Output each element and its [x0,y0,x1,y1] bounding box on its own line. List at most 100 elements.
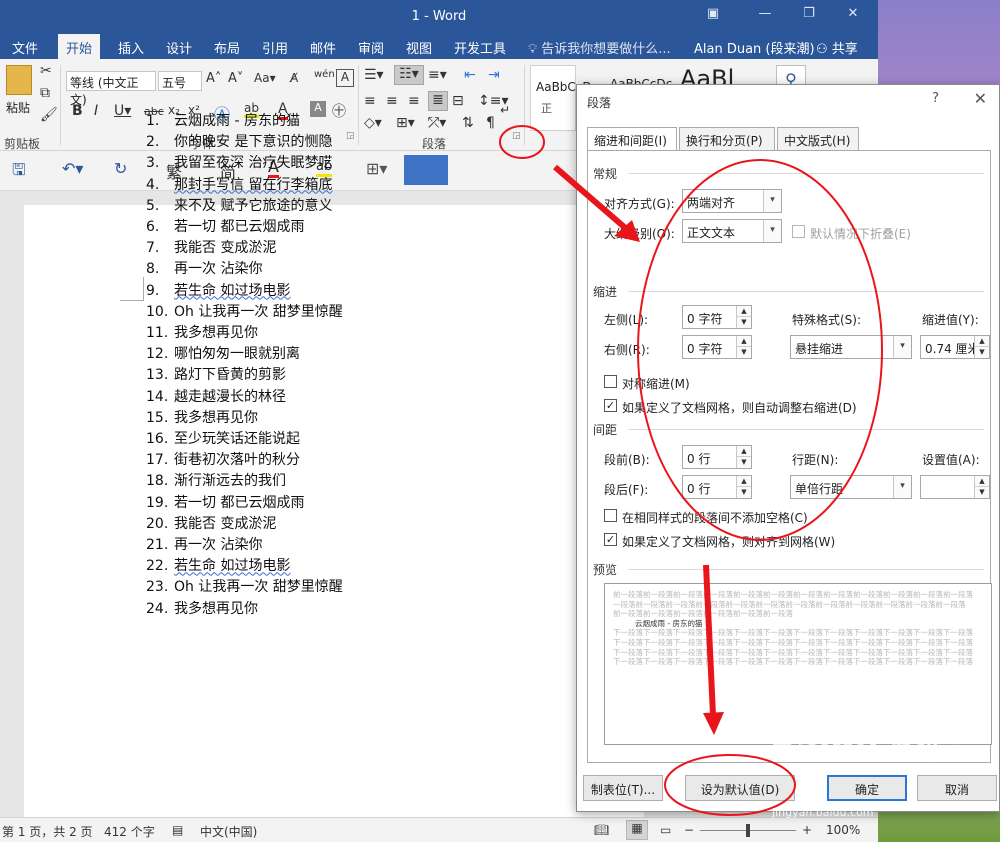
tell-me-box[interactable]: 💡︎ 告诉我你想要做什么... [526,38,673,57]
font-size-combo[interactable]: 五号 [158,71,202,91]
tab-layout[interactable]: 布局 [212,38,242,57]
justify-icon[interactable]: ≣ [428,91,448,111]
tab-design[interactable]: 设计 [164,38,194,57]
ltr-icon[interactable]: ↵ [500,103,510,117]
spin-down-icon[interactable]: ▼ [737,317,751,328]
decrease-indent-icon[interactable]: ⇤ [464,67,476,83]
auto-right-indent-checkbox[interactable]: ✓ [604,399,617,412]
undo-icon[interactable]: ↶▾ [62,159,83,178]
bold-icon[interactable]: B [72,103,83,119]
borders-qat-icon[interactable]: ⊞▾ [366,159,387,178]
spin-up-icon[interactable]: ▲ [975,336,989,347]
paragraph-dialog-launcher-icon[interactable]: ◲ [512,131,521,141]
tabs-button[interactable]: 制表位(T)... [583,775,663,801]
numbering-icon[interactable]: ☷▾ [394,65,424,85]
phonetic-guide-icon[interactable]: wén [314,69,335,80]
line-spacing-dropdown[interactable]: 单倍行距 ▾ [790,475,912,499]
grow-font-icon[interactable]: A˄ [206,71,221,86]
align-right-icon[interactable]: ≡ [408,93,420,109]
no-space-same-style-checkbox[interactable] [604,509,617,522]
chinese-layout-icon[interactable]: ⤱▾ [428,115,446,131]
increase-indent-icon[interactable]: ⇥ [488,67,500,83]
mirror-indents-checkbox[interactable] [604,375,617,388]
tab-insert[interactable]: 插入 [116,38,146,57]
outline-level-dropdown[interactable]: 正文文本 ▾ [682,219,782,243]
minimize-button[interactable]: — [752,6,778,26]
align-center-icon[interactable]: ≡ [386,93,398,109]
spin-up-icon[interactable]: ▲ [737,446,751,457]
zoom-slider-thumb[interactable] [746,824,750,837]
change-case-icon[interactable]: Aa▾ [254,71,276,85]
spin-down-icon[interactable]: ▼ [737,347,751,358]
tab-line-page-breaks[interactable]: 换行和分页(P) [679,127,775,151]
language[interactable]: 中文(中国) [200,823,257,840]
special-indent-dropdown[interactable]: 悬挂缩进 ▾ [790,335,912,359]
help-icon[interactable]: ? [932,91,939,106]
right-indent-spinner[interactable]: 0 字符 ▲ ▼ [682,335,752,359]
set-default-button[interactable]: 设为默认值(D) [685,775,795,801]
numbering-qat-icon[interactable] [404,155,448,185]
close-icon[interactable]: ✕ [974,89,987,108]
copy-icon[interactable]: ⧉ [40,85,50,101]
font-dialog-launcher-icon[interactable]: ◲ [346,131,355,141]
shading-icon[interactable]: ◇▾ [364,115,382,131]
spin-down-icon[interactable]: ▼ [737,487,751,498]
clear-format-icon[interactable]: A̸ [290,71,298,85]
show-marks-icon[interactable]: ¶ [486,115,495,131]
tab-home[interactable]: 开始 [58,34,101,59]
italic-icon[interactable]: I [94,103,98,119]
cut-icon[interactable]: ✂ [40,63,52,79]
left-indent-spinner[interactable]: 0 字符 ▲ ▼ [682,305,752,329]
zoom-level[interactable]: 100% [826,823,860,837]
tab-mailings[interactable]: 邮件 [308,38,338,57]
line-spacing-at-spinner[interactable]: ▲ ▼ [920,475,990,499]
tab-indents-spacing[interactable]: 缩进和间距(I) [587,127,677,152]
web-layout-icon[interactable]: ▭ [660,823,671,837]
font-name-combo[interactable]: 等线 (中文正文) [66,71,156,107]
space-before-spinner[interactable]: 0 行 ▲ ▼ [682,445,752,469]
ok-button[interactable]: 确定 [827,775,907,801]
print-layout-icon[interactable]: ▦ [626,820,648,840]
page-count[interactable]: 第 1 页，共 2 页 [2,823,93,840]
redo-icon[interactable]: ↻ [114,159,127,178]
maximize-button[interactable]: ❐ [796,6,822,26]
spin-down-icon[interactable]: ▼ [975,487,989,498]
multilevel-list-icon[interactable]: ≡▾ [428,67,447,83]
format-painter-icon[interactable]: 🖌︎ [40,107,58,123]
tab-view[interactable]: 视图 [404,38,434,57]
alignment-dropdown[interactable]: 两端对齐 ▾ [682,189,782,213]
spin-up-icon[interactable]: ▲ [737,306,751,317]
save-icon[interactable]: 🖫︎ [12,159,26,186]
ribbon-display-icon[interactable]: ▣ [700,6,726,26]
paste-label[interactable]: 粘贴 [6,99,30,116]
cancel-button[interactable]: 取消 [917,775,997,801]
spin-down-icon[interactable]: ▼ [737,457,751,468]
user-name[interactable]: Alan Duan (段来潮) [692,38,817,57]
paste-icon[interactable] [6,65,32,95]
spin-up-icon[interactable]: ▲ [737,476,751,487]
spin-up-icon[interactable]: ▲ [975,476,989,487]
tab-asian-typography[interactable]: 中文版式(H) [777,127,859,151]
indent-by-spinner[interactable]: 0.74 厘米 ▲ ▼ [920,335,990,359]
zoom-in-icon[interactable]: + [802,823,812,837]
shrink-font-icon[interactable]: A˅ [228,71,243,86]
tab-file[interactable]: 文件 [10,38,40,57]
borders-icon[interactable]: ⊞▾ [396,115,415,131]
tab-review[interactable]: 审阅 [356,38,386,57]
underline-icon[interactable]: U▾ [114,103,131,119]
tab-developer[interactable]: 开发工具 [452,38,508,57]
spin-up-icon[interactable]: ▲ [737,336,751,347]
proofing-icon[interactable]: ▤ [172,823,183,837]
share-button[interactable]: ⚇ 共享 [814,38,860,57]
styles-gallery[interactable]: AaBbCcDc 正 [530,65,598,131]
spin-down-icon[interactable]: ▼ [975,347,989,358]
read-mode-icon[interactable]: 📖︎ [594,823,609,837]
close-button[interactable]: ✕ [840,6,866,26]
collapse-checkbox[interactable] [792,225,805,238]
bullets-icon[interactable]: ☰▾ [364,67,384,83]
character-border-icon[interactable]: A [336,69,354,87]
space-after-spinner[interactable]: 0 行 ▲ ▼ [682,475,752,499]
sort-icon[interactable]: ⇅ [462,115,474,131]
lyrics-list[interactable]: 1. 云烟成雨 - 房东的猫 2. 你的晚安 是下意识的恻隐 3. 我留至夜深 治疗失… [146,111,343,620]
distributed-icon[interactable]: ⊟ [452,93,464,109]
